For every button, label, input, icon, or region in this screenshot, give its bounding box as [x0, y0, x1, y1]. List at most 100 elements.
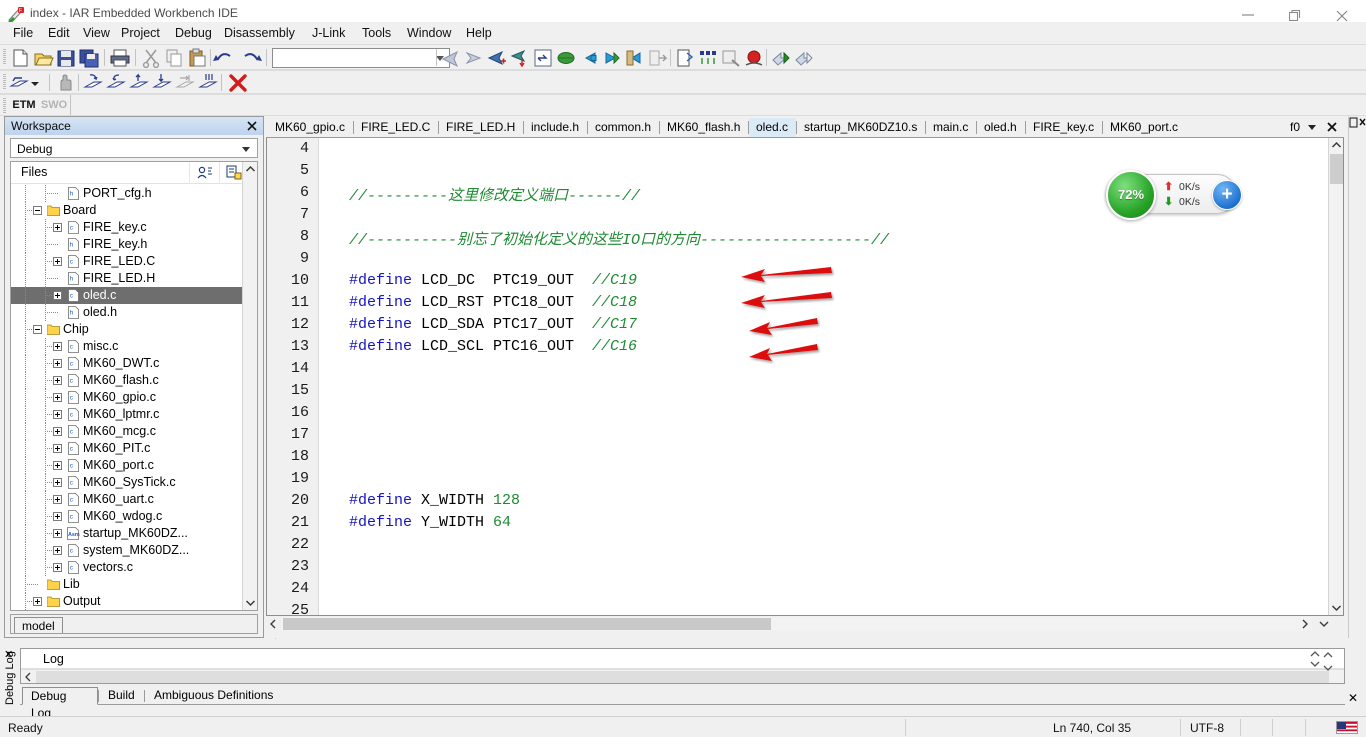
- expand-icon[interactable]: [53, 223, 62, 232]
- redo-icon[interactable]: [240, 47, 262, 69]
- open-folder-icon[interactable]: [32, 47, 54, 69]
- step-dropdown-icon[interactable]: [8, 72, 30, 94]
- expand-icon[interactable]: [53, 342, 62, 351]
- step-into-2-icon[interactable]: [105, 72, 127, 94]
- expand-icon[interactable]: [33, 597, 42, 606]
- editor-tab-fire-led-c[interactable]: FIRE_LED.C: [354, 118, 438, 137]
- tree-item-mk60-flash-c[interactable]: c MK60_flash.c: [11, 372, 257, 389]
- tree-item-mk60-port-c[interactable]: c MK60_port.c: [11, 457, 257, 474]
- scroll-left-icon[interactable]: [266, 617, 280, 631]
- view-breakpoints-icon[interactable]: [720, 47, 742, 69]
- save-all-icon[interactable]: [78, 47, 100, 69]
- chevron-left-icon[interactable]: [22, 671, 35, 683]
- expand-icon[interactable]: [53, 376, 62, 385]
- copy-icon[interactable]: [163, 47, 185, 69]
- tree-item-mk60-mcg-c[interactable]: c MK60_mcg.c: [11, 423, 257, 440]
- run-to-cursor-2-icon[interactable]: [174, 72, 196, 94]
- add-button[interactable]: +: [1212, 180, 1242, 210]
- config-dropdown[interactable]: Debug: [10, 138, 258, 158]
- expand-icon[interactable]: [53, 563, 62, 572]
- workspace-close-icon[interactable]: [245, 119, 259, 133]
- debug-log-vertical-tab[interactable]: ✕ Debug Log: [1, 648, 17, 710]
- expand-icon[interactable]: [53, 393, 62, 402]
- chevron-down-icon[interactable]: [1305, 121, 1319, 133]
- step-over-2-icon[interactable]: [82, 72, 104, 94]
- network-speed-widget[interactable]: 72% ⬆ ⬇ 0K/s 0K/s +: [1106, 170, 1242, 220]
- editor-tab-oled-h[interactable]: oled.h: [977, 118, 1025, 137]
- tree-item-fire-led-c[interactable]: c FIRE_LED.C: [11, 253, 257, 270]
- tree-item-vectors-c[interactable]: c vectors.c: [11, 559, 257, 576]
- dropdown-arrow-icon[interactable]: [28, 72, 50, 94]
- tree-item-oled-h[interactable]: h oled.h: [11, 304, 257, 321]
- step-out-icon[interactable]: [532, 47, 554, 69]
- tree-item-fire-key-h[interactable]: h FIRE_key.h: [11, 236, 257, 253]
- editor-close-icon[interactable]: [1325, 120, 1339, 134]
- build-config-icon[interactable]: [226, 165, 242, 181]
- bookmark-icon[interactable]: [674, 47, 696, 69]
- menu-view[interactable]: View: [76, 22, 117, 44]
- tree-item-startup-mk60dz-[interactable]: Asm startup_MK60DZ...: [11, 525, 257, 542]
- tree-item-misc-c[interactable]: c misc.c: [11, 338, 257, 355]
- goto-icon[interactable]: [624, 47, 646, 69]
- search-combo[interactable]: [272, 48, 450, 68]
- step-over-icon[interactable]: [486, 47, 508, 69]
- tree-item-mk60-wdog-c[interactable]: c MK60_wdog.c: [11, 508, 257, 525]
- cut-scissors-icon[interactable]: [140, 47, 162, 69]
- expand-icon[interactable]: [53, 410, 62, 419]
- hscroll-thumb[interactable]: [283, 618, 771, 630]
- workspace-tab-model[interactable]: model: [14, 617, 63, 633]
- step-into-icon[interactable]: [509, 47, 531, 69]
- expand-icon[interactable]: [53, 257, 62, 266]
- menu-jlink[interactable]: J-Link: [305, 22, 352, 44]
- stop-debug-icon[interactable]: [743, 47, 765, 69]
- expand-icon[interactable]: [53, 427, 62, 436]
- reset-icon[interactable]: [440, 47, 462, 69]
- menu-edit[interactable]: Edit: [41, 22, 77, 44]
- right-dock-header[interactable]: [1349, 116, 1366, 132]
- us-flag-icon[interactable]: [1336, 721, 1358, 734]
- editor-tab-fire-key-c[interactable]: FIRE_key.c: [1026, 118, 1102, 137]
- tree-item-board[interactable]: Board: [11, 202, 257, 219]
- chevron-down-icon[interactable]: [242, 147, 250, 152]
- user-config-icon[interactable]: [197, 165, 213, 181]
- tree-item-chip[interactable]: Chip: [11, 321, 257, 338]
- editor-vertical-scrollbar[interactable]: [1328, 138, 1343, 615]
- next-stmt-2-icon[interactable]: [151, 72, 173, 94]
- save-icon[interactable]: [55, 47, 77, 69]
- toolbar-grip[interactable]: [3, 98, 6, 114]
- editor-tab-oled-c[interactable]: oled.c: [749, 118, 796, 137]
- expand-icon[interactable]: [53, 444, 62, 453]
- editor-tab-main-c[interactable]: main.c: [926, 118, 976, 137]
- expand-icon[interactable]: [53, 461, 62, 470]
- file-tree[interactable]: h PORT_cfg.h Board c FIRE_key.c h FIRE_key.h c F…: [11, 185, 257, 610]
- tree-item-fire-key-c[interactable]: c FIRE_key.c: [11, 219, 257, 236]
- log-horizontal-scrollbar[interactable]: [21, 669, 1344, 683]
- menu-disassembly[interactable]: Disassembly: [217, 22, 302, 44]
- undo-icon[interactable]: [213, 47, 235, 69]
- expand-icon[interactable]: [53, 546, 62, 555]
- editor-tab-mk60-port-c[interactable]: MK60_port.c: [1103, 118, 1186, 137]
- expand-icon[interactable]: [53, 359, 62, 368]
- editor-tab-fire-led-h[interactable]: FIRE_LED.H: [439, 118, 523, 137]
- scroll-down-icon[interactable]: [243, 595, 257, 610]
- swo-button[interactable]: SWO: [40, 97, 68, 113]
- tree-item-mk60-lptmr-c[interactable]: c MK60_lptmr.c: [11, 406, 257, 423]
- etm-button[interactable]: ETM: [10, 97, 38, 113]
- stop-debug-x-icon[interactable]: [227, 72, 249, 94]
- log-scroll-buttons[interactable]: [1304, 648, 1338, 682]
- go-back-icon[interactable]: [578, 47, 600, 69]
- toolbar-grip[interactable]: [3, 74, 6, 90]
- new-document-icon[interactable]: [9, 47, 31, 69]
- menu-tools[interactable]: Tools: [355, 22, 398, 44]
- editor-tab-startup-mk60dz10-s[interactable]: startup_MK60DZ10.s: [797, 118, 925, 137]
- tree-item-lib[interactable]: Lib: [11, 576, 257, 593]
- expand-icon[interactable]: [53, 529, 62, 538]
- log-content[interactable]: Log: [20, 648, 1345, 684]
- tree-item-mk60-uart-c[interactable]: c MK60_uart.c: [11, 491, 257, 508]
- expand-icon[interactable]: [53, 512, 62, 521]
- log-hscroll-track[interactable]: [36, 671, 1329, 683]
- go-forward-icon[interactable]: [601, 47, 623, 69]
- tree-item-mk60-systick-c[interactable]: c MK60_SysTick.c: [11, 474, 257, 491]
- paste-icon[interactable]: [186, 47, 208, 69]
- tree-item-output[interactable]: Output: [11, 593, 257, 610]
